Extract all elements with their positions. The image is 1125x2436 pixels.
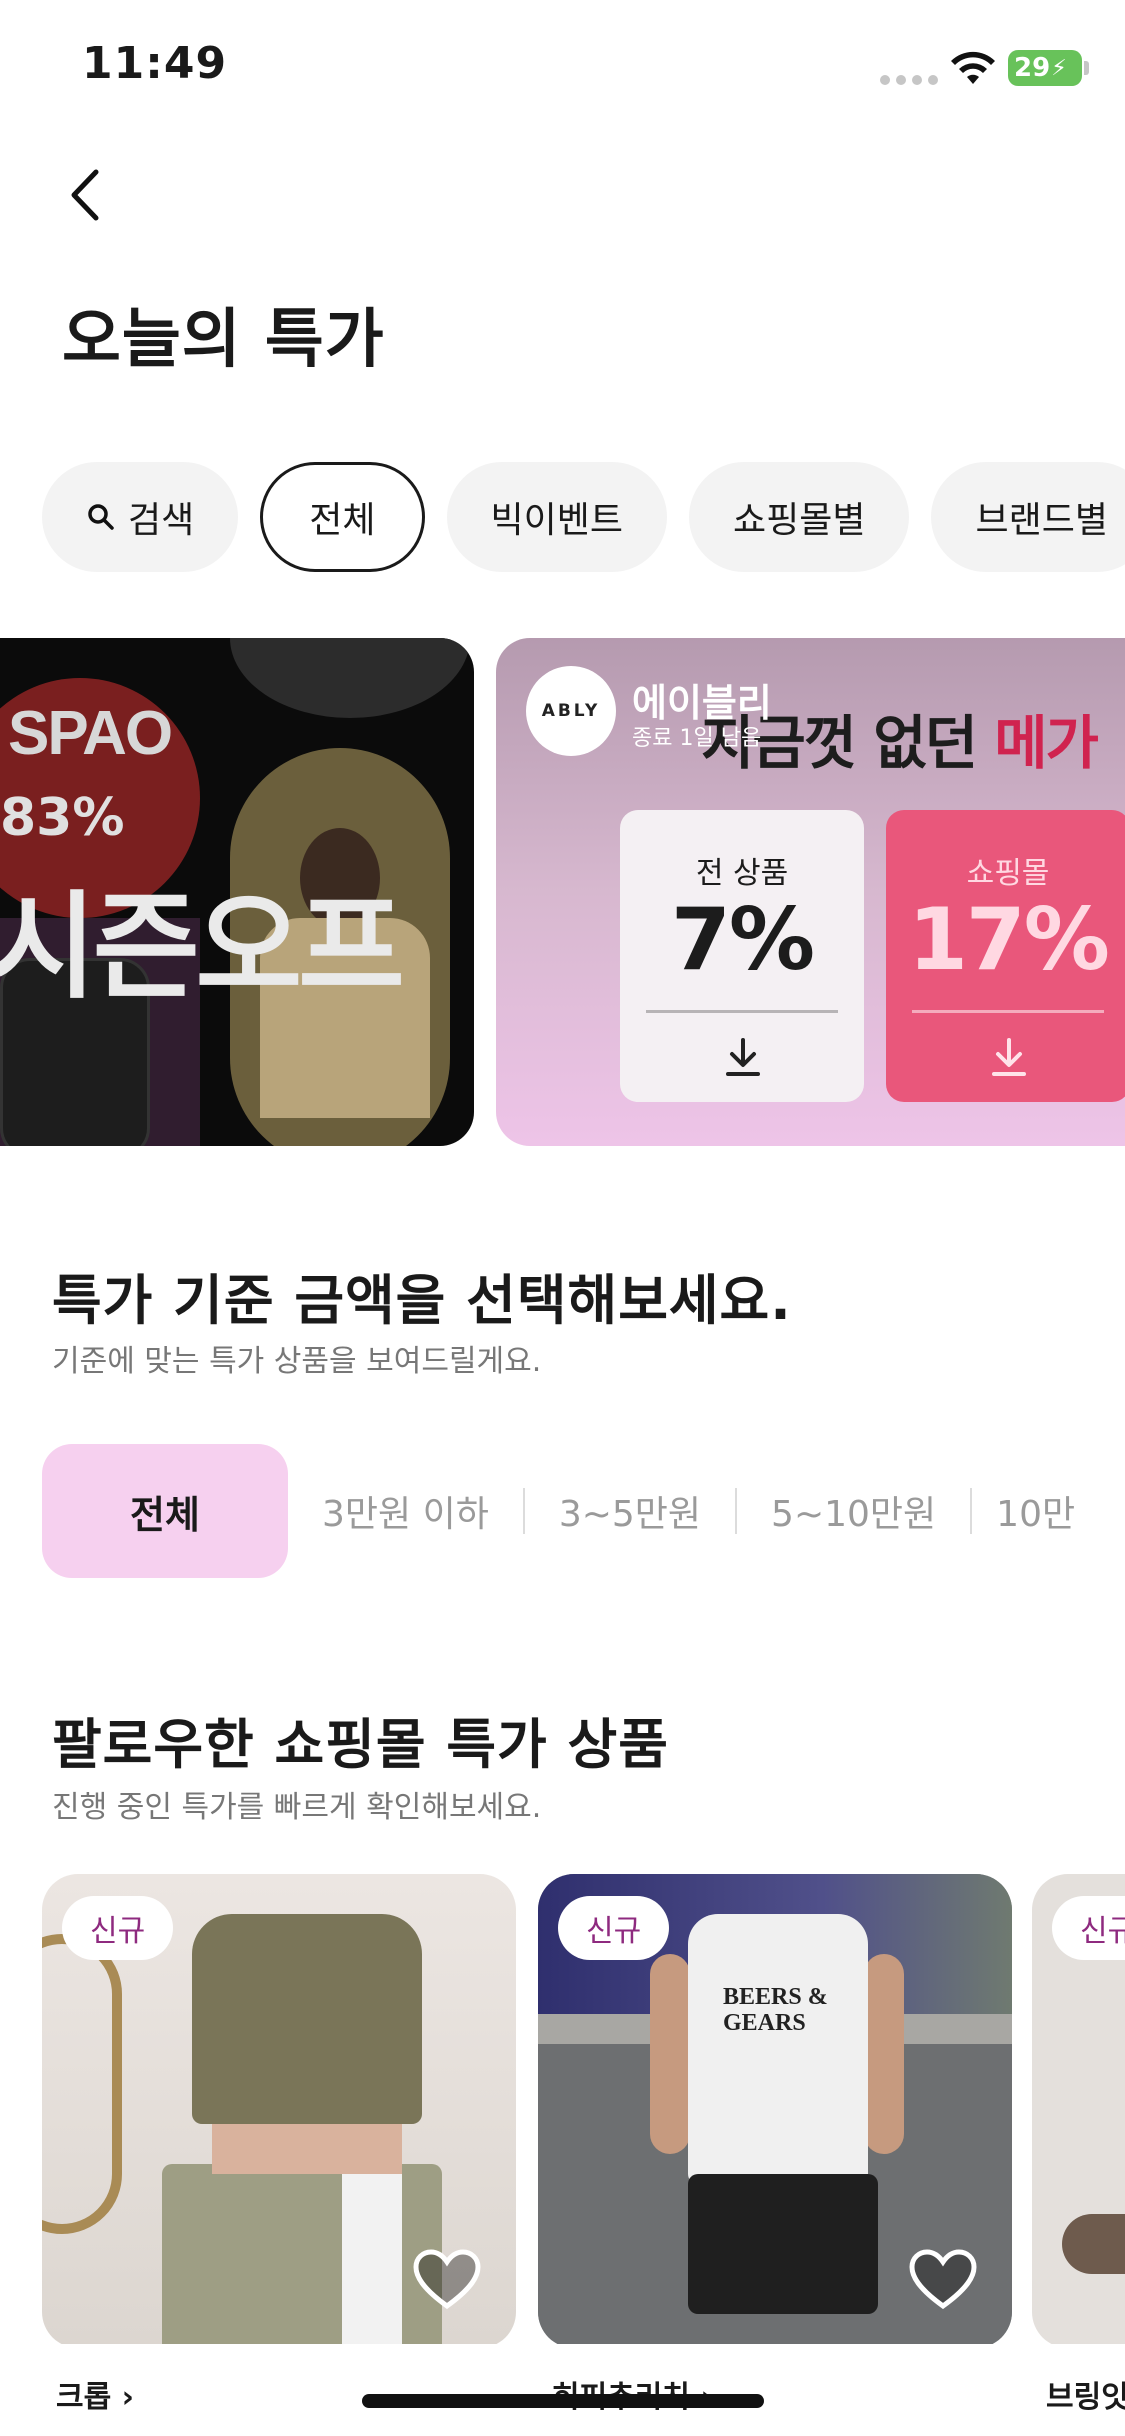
product-image — [1062, 2214, 1125, 2274]
heart-icon[interactable] — [908, 2248, 978, 2312]
chip-big-event-label: 빅이벤트 — [490, 500, 623, 541]
price-section-subtitle: 기준에 맞는 특가 상품을 보여드릴게요. — [52, 1344, 542, 1379]
download-icon[interactable] — [984, 1032, 1034, 1082]
new-badge: 신규 — [62, 1896, 174, 1960]
decor-circle — [230, 638, 470, 718]
followed-section-title: 팔로우한 쇼핑몰 특가 상품 — [52, 1713, 669, 1776]
coupon-divider — [646, 1010, 838, 1013]
banner-carousel[interactable]: SPAO 83% 시즌오프 지금껏 없던 메가 ABLY 에이블리 종료 1일 … — [0, 638, 1125, 1146]
price-section-title: 특가 기준 금액을 선택해보세요. — [52, 1269, 792, 1332]
price-option-30k-50k[interactable]: 3~5만원 — [525, 1444, 735, 1578]
search-icon — [86, 502, 116, 532]
ably-logo: ABLY — [526, 666, 616, 756]
chevron-left-icon — [71, 169, 99, 221]
home-indicator — [362, 2394, 764, 2408]
page-title: 오늘의 특가 — [62, 303, 385, 377]
new-badge: 신규 — [1052, 1896, 1125, 1960]
banner-ably[interactable]: 지금껏 없던 메가 ABLY 에이블리 종료 1일 남음 전 상품 7% 쇼핑몰… — [496, 638, 1125, 1146]
chip-search[interactable]: 검색 — [42, 462, 239, 572]
ably-time-remaining: 종료 1일 남음 — [632, 726, 762, 751]
ably-headline-accent: 메가 — [994, 709, 1099, 777]
battery-cap — [1084, 61, 1089, 75]
chip-by-brand[interactable]: 브랜드별 — [931, 462, 1125, 572]
back-button[interactable] — [55, 160, 115, 230]
coupon-label: 쇼핑몰 — [966, 856, 1050, 891]
coupon-divider — [912, 1010, 1104, 1013]
followed-section-subtitle: 진행 중인 특가를 빠르게 확인해보세요. — [52, 1790, 542, 1825]
coupon-label: 전 상품 — [695, 856, 789, 891]
price-filter-row: 전체 3만원 이하 3~5만원 5~10만원 10만 — [42, 1444, 1125, 1578]
product-card[interactable]: 신규 — [1032, 1874, 1125, 2344]
shirt-print: BEERS & GEARS — [723, 1984, 828, 2036]
filter-chip-row: 검색 전체 빅이벤트 쇼핑몰별 브랜드별 — [42, 462, 1125, 572]
product-image — [42, 1934, 122, 2234]
price-option-over-100k[interactable]: 10만 — [972, 1444, 1109, 1578]
spao-logo: SPAO — [8, 699, 173, 768]
chip-by-shop[interactable]: 쇼핑몰별 — [688, 462, 910, 572]
price-option-under-30k[interactable]: 3만원 이하 — [288, 1444, 523, 1578]
heart-icon[interactable] — [412, 2248, 482, 2312]
banner-spao[interactable]: SPAO 83% 시즌오프 — [0, 638, 474, 1146]
price-option-all[interactable]: 전체 — [42, 1444, 288, 1578]
product-carousel[interactable]: 신규 BEERS & GEARS 신규 신규 — [42, 1874, 1125, 2344]
ably-shop-name: 에이블리 — [632, 681, 772, 725]
product-card[interactable]: BEERS & GEARS 신규 — [538, 1874, 1012, 2344]
product-card[interactable]: 신규 — [42, 1874, 516, 2344]
battery-icon: 29 ⚡ — [1008, 50, 1082, 86]
new-badge: 신규 — [558, 1896, 670, 1960]
download-icon[interactable] — [718, 1032, 768, 1082]
cellular-signal-icon — [880, 75, 938, 85]
battery-level: 29 — [1014, 53, 1051, 83]
chip-search-label: 검색 — [128, 500, 195, 541]
chip-all-label: 전체 — [309, 500, 376, 541]
coupon-shopping-mall[interactable]: 쇼핑몰 17% — [886, 810, 1125, 1102]
chip-all[interactable]: 전체 — [260, 462, 425, 572]
chip-by-brand-label: 브랜드별 — [975, 500, 1108, 541]
spao-title: 시즌오프 — [0, 880, 405, 1015]
chip-big-event[interactable]: 빅이벤트 — [446, 462, 667, 572]
price-option-50k-100k[interactable]: 5~10만원 — [737, 1444, 970, 1578]
product-shop-name[interactable]: 브링잇 — [1046, 2372, 1125, 2416]
wifi-icon — [951, 51, 995, 84]
coupon-value: 7% — [670, 890, 815, 990]
product-shop-name[interactable]: 크롭 › — [56, 2372, 134, 2416]
chip-by-shop-label: 쇼핑몰별 — [732, 500, 866, 541]
status-time: 11:49 — [82, 38, 228, 89]
spao-discount: 83% — [0, 788, 125, 848]
coupon-all-products[interactable]: 전 상품 7% — [620, 810, 864, 1102]
status-bar: 11:49 29 ⚡ — [0, 0, 1125, 140]
coupon-value: 17% — [908, 890, 1110, 990]
